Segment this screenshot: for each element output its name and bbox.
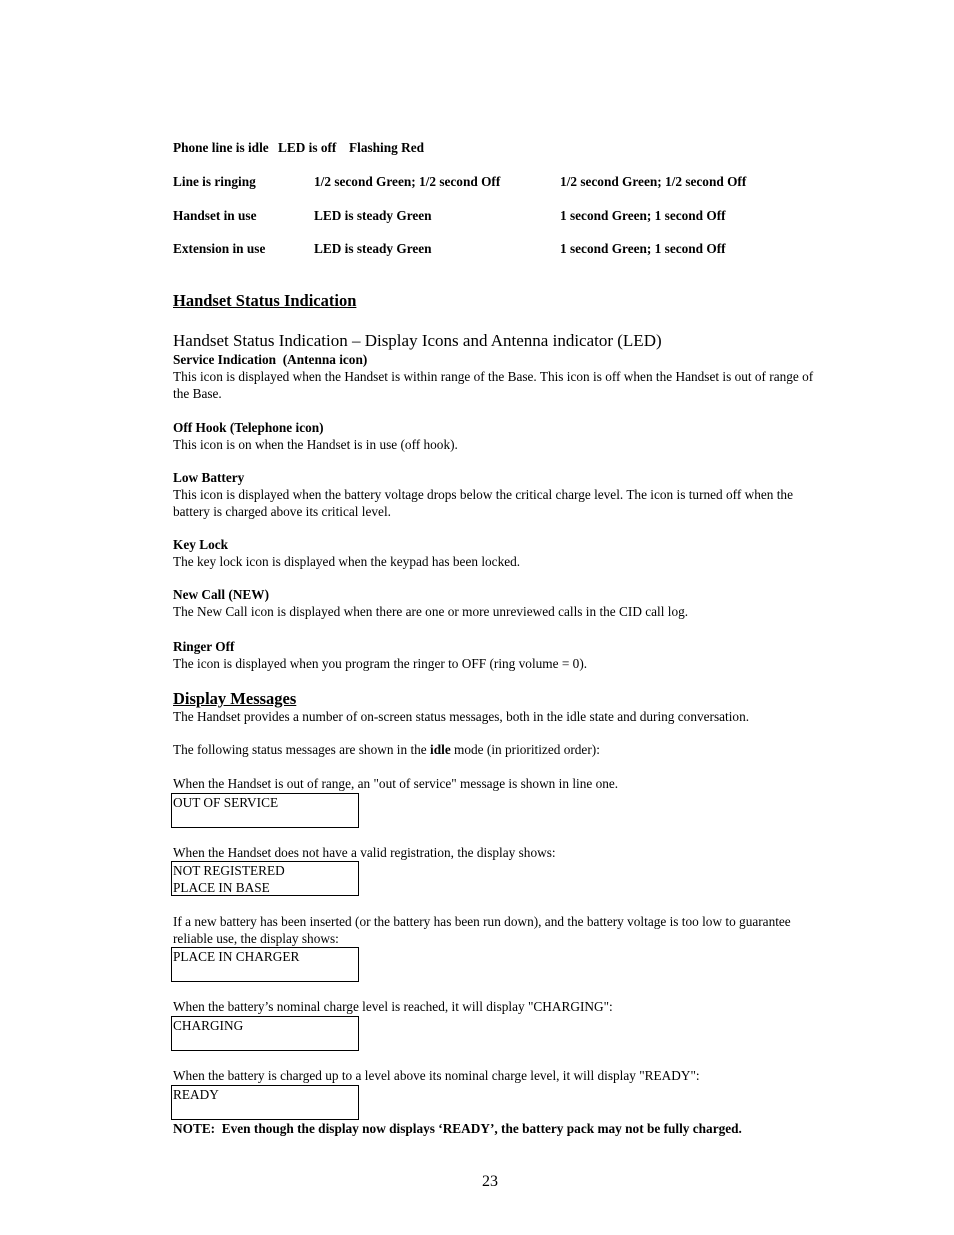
led-handset-behavior: 1 second Green; 1 second Off xyxy=(560,241,726,256)
icon-item-title: Ringer Off xyxy=(173,639,235,654)
display-message-box: NOT REGISTERED PLACE IN BASE xyxy=(171,861,359,896)
led-handset-behavior: 1/2 second Green; 1/2 second Off xyxy=(560,174,747,189)
message-description: When the Handset does not have a valid r… xyxy=(173,845,556,860)
led-base-behavior: LED is off xyxy=(278,140,337,155)
icon-item-text: This icon is on when the Handset is in u… xyxy=(173,437,458,452)
led-handset-behavior: 1 second Green; 1 second Off xyxy=(560,208,726,223)
display-line-1: PLACE IN CHARGER xyxy=(173,949,300,964)
display-message-box: OUT OF SERVICE xyxy=(171,793,359,828)
icon-item: New Call (NEW) The New Call icon is disp… xyxy=(173,586,818,620)
message-description: When the battery’s nominal charge level … xyxy=(173,999,613,1014)
message-description: When the battery is charged up to a leve… xyxy=(173,1068,700,1083)
idle-intro-text: The following status messages are shown … xyxy=(173,742,431,757)
icon-item-title: Off Hook (Telephone icon) xyxy=(173,420,324,435)
led-base-behavior: LED is steady Green xyxy=(314,241,432,256)
led-base-behavior: LED is steady Green xyxy=(314,208,432,223)
icon-item: Ringer Off The icon is displayed when yo… xyxy=(173,638,818,672)
note: NOTE: Even though the display now displa… xyxy=(173,1121,742,1136)
display-message-box: READY xyxy=(171,1085,359,1120)
led-state: Line is ringing xyxy=(173,174,256,189)
led-state: Phone line is idle xyxy=(173,140,269,155)
icon-item: Service Indication (Antenna icon) This i… xyxy=(173,351,818,402)
display-line-1: OUT OF SERVICE xyxy=(173,795,279,810)
idle-intro-bold: idle xyxy=(430,742,451,757)
message-description: If a new battery has been inserted (or t… xyxy=(173,914,791,946)
display-line-2: PLACE IN BASE xyxy=(173,880,270,895)
icon-item: Low Battery This icon is displayed when … xyxy=(173,469,818,520)
display-messages-intro: The Handset provides a number of on-scre… xyxy=(173,709,750,724)
led-state: Extension in use xyxy=(173,241,266,256)
icon-item-title: New Call (NEW) xyxy=(173,587,270,602)
section-heading-handset-status: Handset Status Indication xyxy=(173,291,357,310)
section-heading-display-messages: Display Messages xyxy=(173,689,297,708)
icon-item-text: The icon is displayed when you program t… xyxy=(173,656,588,671)
icon-item: Key Lock The key lock icon is displayed … xyxy=(173,536,818,570)
icon-item-text: The New Call icon is displayed when ther… xyxy=(173,604,689,619)
icon-item-text: The key lock icon is displayed when the … xyxy=(173,554,521,569)
idle-intro: The following status messages are shown … xyxy=(173,741,818,758)
led-handset-behavior: Flashing Red xyxy=(349,140,424,155)
idle-intro-text-end: mode (in prioritized order): xyxy=(450,742,600,757)
display-message-box: PLACE IN CHARGER xyxy=(171,947,359,982)
section-subheading: Handset Status Indication – Display Icon… xyxy=(173,331,662,350)
icon-item-text: This icon is displayed when the Handset … xyxy=(173,369,814,401)
led-state: Handset in use xyxy=(173,208,257,223)
display-line-1: READY xyxy=(173,1087,219,1102)
icon-item-text: This icon is displayed when the battery … xyxy=(173,487,793,519)
message-description: When the Handset is out of range, an "ou… xyxy=(173,776,619,791)
icon-item-title: Low Battery xyxy=(173,470,245,485)
page-number: 23 xyxy=(482,1173,498,1190)
icon-item-title: Service Indication (Antenna icon) xyxy=(173,352,368,367)
led-base-behavior: 1/2 second Green; 1/2 second Off xyxy=(314,174,501,189)
display-line-1: CHARGING xyxy=(173,1018,244,1033)
display-line-1: NOT REGISTERED xyxy=(173,863,285,878)
display-message-box: CHARGING xyxy=(171,1016,359,1051)
icon-item-title: Key Lock xyxy=(173,537,229,552)
icon-item: Off Hook (Telephone icon) This icon is o… xyxy=(173,419,818,453)
